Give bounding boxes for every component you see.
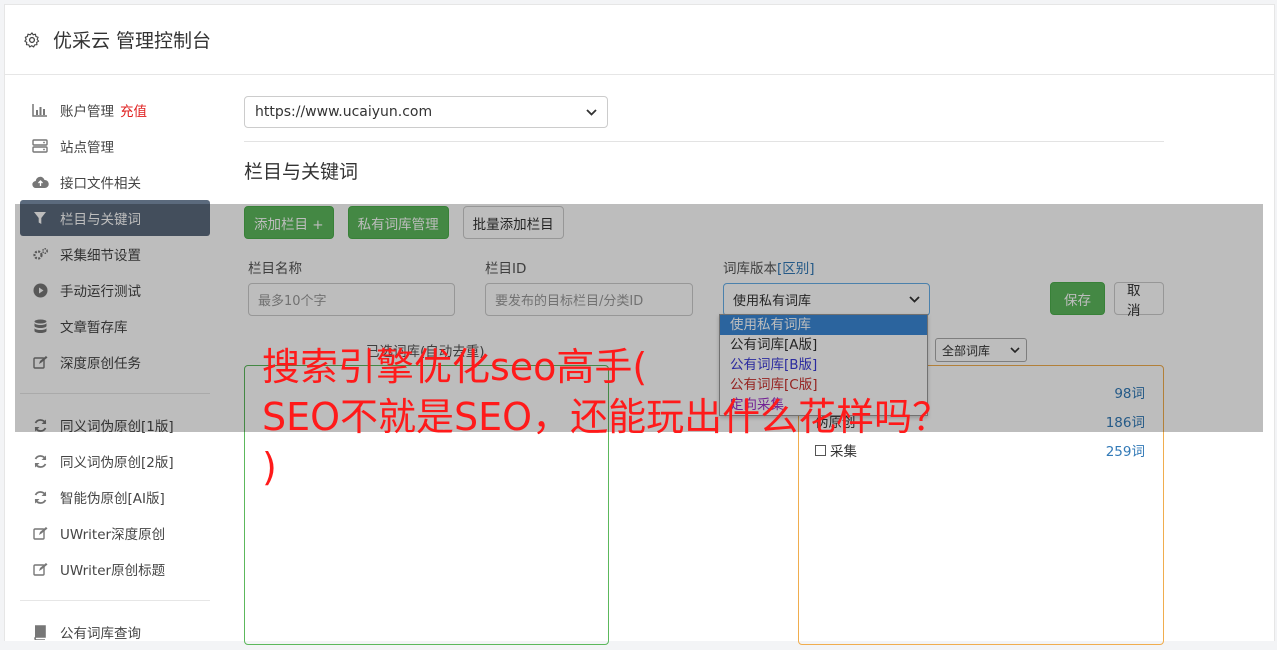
sidebar-item-label: 同义词伪原创[2版] <box>60 455 174 471</box>
sidebar-item-account[interactable]: 账户管理 充值 <box>20 92 210 128</box>
site-select-value: https://www.ucaiyun.com <box>255 104 433 120</box>
lib-row-count: 259词 <box>1105 444 1145 460</box>
bar-chart-icon <box>31 101 49 119</box>
sidebar-item-api-files[interactable]: 接口文件相关 <box>20 164 210 200</box>
watermark-text: 搜索引擎优化seo高手( SEO不就是SEO，还能玩出什么花样吗？ ) <box>262 345 951 489</box>
recharge-link[interactable]: 充值 <box>120 100 147 120</box>
sidebar-item-public-lib-query[interactable]: 公有词库查询 <box>20 614 210 650</box>
sidebar-item-label: 接口文件相关 <box>60 176 141 192</box>
sidebar-item-label: 公有词库查询 <box>60 626 141 642</box>
book-icon <box>31 623 49 641</box>
edit-icon <box>31 524 49 542</box>
chevron-down-icon <box>586 108 597 116</box>
sidebar-item-uwriter-title[interactable]: UWriter原创标题 <box>20 551 210 587</box>
edit-icon <box>31 560 49 578</box>
sidebar-item-label: 账户管理 <box>60 104 114 120</box>
sidebar-item-label: UWriter深度原创 <box>60 527 166 543</box>
sidebar-item-ai-rewrite[interactable]: 智能伪原创[AI版] <box>20 479 210 515</box>
refresh-icon <box>31 488 49 506</box>
cloud-upload-icon <box>31 173 49 191</box>
site-select[interactable]: https://www.ucaiyun.com <box>244 96 608 128</box>
refresh-icon <box>31 452 49 470</box>
sidebar-item-synonym-v2[interactable]: 同义词伪原创[2版] <box>20 443 210 479</box>
sidebar-divider <box>20 600 210 601</box>
sidebar-item-label: 智能伪原创[AI版] <box>60 491 165 507</box>
server-icon <box>31 137 49 155</box>
divider <box>244 141 1164 142</box>
sidebar-item-sites[interactable]: 站点管理 <box>20 128 210 164</box>
page-title: 优采云 管理控制台 <box>53 30 212 52</box>
sidebar-item-uwriter-deep[interactable]: UWriter深度原创 <box>20 515 210 551</box>
sidebar-item-label: 站点管理 <box>60 140 114 156</box>
header: 优采云 管理控制台 <box>5 5 1274 75</box>
gear-icon <box>24 31 40 48</box>
section-title: 栏目与关键词 <box>244 161 359 183</box>
sidebar-item-label: UWriter原创标题 <box>60 563 166 579</box>
